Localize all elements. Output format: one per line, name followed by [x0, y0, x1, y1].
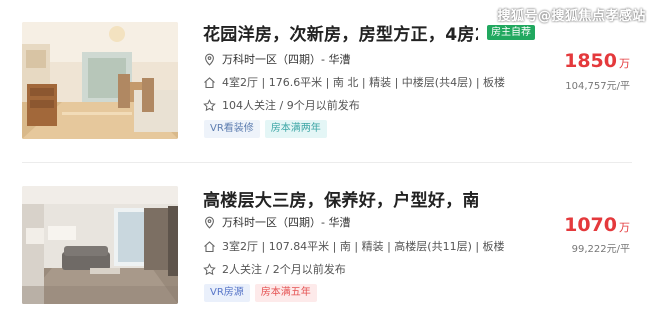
listing-follow: 2人关注 / 2个月以前发布 — [203, 261, 346, 277]
listing-photo[interactable] — [22, 22, 178, 139]
listing-location: 万科时一区（四期）- 华漕 — [203, 51, 350, 67]
listing-title[interactable]: 花园洋房，次新房，房型方正，4房2卫... — [203, 20, 478, 45]
price-value: 1070 — [564, 214, 617, 236]
unit-price: 99,222元/平 — [571, 244, 630, 255]
tag-vr: VR看装修 — [204, 120, 260, 138]
follow-text: 2人关注 / 2个月以前发布 — [222, 263, 346, 276]
location-pin-icon — [205, 53, 214, 66]
listing-location: 万科时一区（四期）- 华漕 — [203, 214, 350, 230]
tag-vr: VR房源 — [204, 284, 250, 302]
listing-info: 4室2厅 | 176.6平米 | 南 北 | 精装 | 中楼层(共4层) | 板… — [203, 74, 505, 90]
house-icon — [204, 76, 215, 88]
listing-photo[interactable] — [22, 186, 178, 304]
follow-text: 104人关注 / 9个月以前发布 — [222, 99, 360, 112]
tag-ownership: 房本满两年 — [264, 120, 327, 138]
location-pin-icon — [205, 216, 214, 229]
info-text: 4室2厅 | 176.6平米 | 南 北 | 精装 | 中楼层(共4层) | 板… — [222, 76, 506, 89]
unit-price: 104,757元/平 — [565, 81, 630, 92]
tag-ownership: 房本满五年 — [254, 284, 317, 302]
listing-title[interactable]: 高楼层大三房，保养好，户型好，南北通... — [203, 186, 478, 211]
house-icon — [204, 240, 215, 252]
location-text[interactable]: 万科时一区（四期）- 华漕 — [222, 214, 350, 230]
price-unit: 万 — [619, 221, 630, 234]
location-text[interactable]: 万科时一区（四期）- 华漕 — [222, 51, 350, 67]
listing-follow: 104人关注 / 9个月以前发布 — [203, 97, 360, 113]
watermark: 搜狐号@搜狐焦点孝感站 — [497, 9, 646, 24]
listing-tags: VR房源 房本满五年 — [204, 284, 317, 302]
price-value: 1850 — [564, 50, 617, 72]
listing-card[interactable]: 高楼层大三房，保养好，户型好，南北通... 万科时一区（四期）- 华漕 3室2厅… — [0, 178, 660, 313]
price-unit: 万 — [619, 57, 630, 70]
listing-tags: VR看装修 房本满两年 — [204, 120, 327, 138]
divider — [22, 162, 632, 163]
total-price: 1850 万 — [564, 50, 630, 72]
star-icon — [203, 262, 216, 275]
listing-card[interactable]: 花园洋房，次新房，房型方正，4房2卫... 房主自荐 万科时一区（四期）- 华漕… — [0, 12, 660, 152]
star-icon — [203, 98, 216, 111]
owner-recommend-badge: 房主自荐 — [487, 25, 535, 40]
listing-info: 3室2厅 | 107.84平米 | 南 | 精装 | 高楼层(共11层) | 板… — [203, 238, 505, 254]
info-text: 3室2厅 | 107.84平米 | 南 | 精装 | 高楼层(共11层) | 板… — [222, 240, 505, 253]
total-price: 1070 万 — [564, 214, 630, 236]
